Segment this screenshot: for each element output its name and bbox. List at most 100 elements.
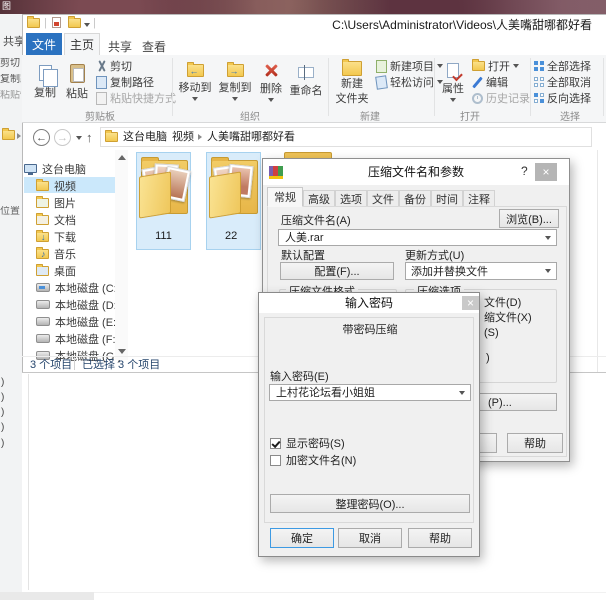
combo-arrow-icon (545, 269, 551, 273)
tab-file[interactable]: 文件 (26, 33, 62, 55)
easy-access-button[interactable]: 轻松访问 (376, 74, 443, 90)
password-inner-frame (264, 317, 474, 523)
sidebar-item-disk-d[interactable]: 本地磁盘 (D:) (36, 297, 120, 312)
open-button[interactable]: 打开 (472, 58, 519, 74)
sidebar-item-disk-c[interactable]: 本地磁盘 (C:) (36, 280, 120, 295)
sidebar-item-desktop[interactable]: 桌面 (36, 263, 76, 278)
new-folder-button[interactable]: 新建 文件夹 (332, 57, 372, 109)
tab-view[interactable]: 查看 (142, 38, 166, 55)
properties-dropdown-icon (450, 98, 456, 102)
qat-separator: | (93, 17, 96, 29)
new-folder-label-1: 新建 (341, 78, 363, 90)
paste-button[interactable]: 粘贴 (62, 57, 92, 107)
rar-help-button[interactable]: 帮助 (507, 433, 563, 453)
background-drive-fragment: ) (1, 438, 4, 450)
music-folder-icon: ♪ (36, 249, 49, 259)
combo-arrow-icon (459, 391, 465, 395)
rar-tab-time[interactable]: 时间 (431, 190, 463, 207)
option-fragment: (S) (484, 327, 499, 340)
cancel-button[interactable]: 取消 (338, 528, 402, 548)
rar-close-button[interactable]: × (535, 163, 557, 181)
copy-to-button[interactable]: → 复制到 (216, 57, 254, 107)
copy-icon (39, 65, 52, 81)
rar-tab-advanced[interactable]: 高级 (303, 190, 335, 207)
copy-button[interactable]: 复制 (30, 57, 60, 107)
properties-label: 属性 (442, 80, 464, 96)
history-button[interactable]: 历史记录 (472, 90, 530, 106)
up-button[interactable]: ↑ (86, 130, 93, 146)
delete-button[interactable]: 删除 (256, 57, 286, 107)
recent-locations-dropdown-icon[interactable] (76, 136, 82, 140)
copy-path-button[interactable]: 复制路径 (96, 74, 154, 90)
group-separator (530, 58, 531, 116)
invert-selection-label: 反向选择 (547, 90, 591, 106)
background-drive-fragment: ) (1, 392, 4, 404)
select-none-button[interactable]: 全部取消 (534, 74, 591, 90)
rar-tab-files[interactable]: 文件 (367, 190, 399, 207)
new-item-button[interactable]: 新建项目 (376, 58, 443, 74)
tab-home[interactable]: 主页 (64, 33, 100, 55)
archive-name-combobox[interactable]: 人美.rar (278, 229, 557, 246)
breadcrumb-root[interactable]: 这台电脑 (123, 131, 167, 144)
sidebar-item-this-pc[interactable]: 这台电脑 (24, 161, 86, 176)
select-all-button[interactable]: 全部选择 (534, 58, 591, 74)
encrypt-names-checkbox[interactable] (270, 455, 281, 466)
rename-button[interactable]: 重命名 (288, 57, 324, 107)
sidebar-scrollbar[interactable] (115, 150, 128, 360)
update-mode-combobox[interactable]: 添加并替换文件 (405, 262, 557, 280)
sidebar-item-documents[interactable]: 文档 (36, 212, 76, 227)
password-close-button[interactable]: × (462, 296, 479, 310)
rar-tab-comment[interactable]: 注释 (463, 190, 495, 207)
folder-tile-22[interactable]: 22 (206, 152, 261, 250)
forward-button[interactable]: → (54, 129, 71, 146)
move-to-button[interactable]: ← 移动到 (176, 57, 214, 107)
scroll-down-icon[interactable] (118, 349, 126, 354)
sidebar-item-pictures[interactable]: 图片 (36, 195, 76, 210)
move-to-label: 移动到 (179, 79, 212, 95)
sidebar-label: 音乐 (54, 246, 76, 262)
rar-tab-options[interactable]: 选项 (335, 190, 367, 207)
password-dialog-titlebar: 输入密码 (259, 293, 479, 313)
breadcrumb-library[interactable]: 视频 (172, 131, 194, 144)
rar-help-icon[interactable]: ? (521, 164, 528, 178)
password-combobox[interactable]: 上村花论坛看小姐姐 (269, 384, 471, 401)
sidebar-item-disk-e[interactable]: 本地磁盘 (E:) (36, 314, 120, 329)
properties-button[interactable]: 属性 (438, 57, 468, 107)
sidebar-item-disk-f[interactable]: 本地磁盘 (F:) (36, 331, 119, 346)
delete-icon (264, 63, 279, 78)
sidebar-item-downloads[interactable]: ↓下载 (36, 229, 76, 244)
scroll-up-icon[interactable] (118, 155, 126, 160)
breadcrumb-current-folder[interactable]: 人美嘴甜哪都好看 (207, 131, 295, 144)
browse-button[interactable]: 浏览(B)... (499, 209, 559, 228)
paste-shortcut-button[interactable]: 粘贴快捷方式 (96, 90, 176, 106)
sidebar-item-videos[interactable]: 视频 (36, 178, 76, 193)
help-button[interactable]: 帮助 (408, 528, 472, 548)
rar-tab-general[interactable]: 常规 (267, 187, 303, 207)
ok-button[interactable]: 确定 (270, 528, 334, 548)
cut-button[interactable]: 剪切 (96, 58, 132, 74)
sidebar-label: 这台电脑 (42, 161, 86, 177)
archive-name-label: 压缩文件名(A) (281, 215, 351, 228)
paste-label: 粘贴 (66, 85, 88, 101)
open-dropdown-icon (513, 64, 519, 68)
qat-new-folder-icon[interactable] (52, 17, 61, 28)
background-tab-share[interactable]: 共享 (3, 36, 22, 49)
breadcrumb-arrow-icon[interactable] (198, 134, 202, 140)
folder-tile-111[interactable]: 111 (136, 152, 191, 250)
tab-share[interactable]: 共享 (108, 38, 132, 55)
sidebar-item-music[interactable]: ♪ 音乐 (36, 246, 76, 261)
sidebar-label: 本地磁盘 (C:) (55, 280, 120, 296)
invert-selection-button[interactable]: 反向选择 (534, 90, 591, 106)
rar-tab-backup[interactable]: 备份 (399, 190, 431, 207)
paste-shortcut-label: 粘贴快捷方式 (110, 90, 176, 106)
organize-passwords-button[interactable]: 整理密码(O)... (270, 494, 470, 513)
system-folder-icon[interactable] (27, 18, 40, 28)
show-password-checkbox[interactable] (270, 438, 281, 449)
edit-button[interactable]: 编辑 (472, 74, 508, 90)
profile-button[interactable]: 配置(F)... (280, 262, 394, 280)
back-button[interactable]: ← (33, 129, 50, 146)
open-icon (472, 61, 485, 71)
breadcrumb-arrow-icon[interactable] (163, 134, 167, 140)
qat-dropdown-icon[interactable] (84, 23, 90, 27)
qat-folder-icon[interactable] (68, 18, 81, 28)
